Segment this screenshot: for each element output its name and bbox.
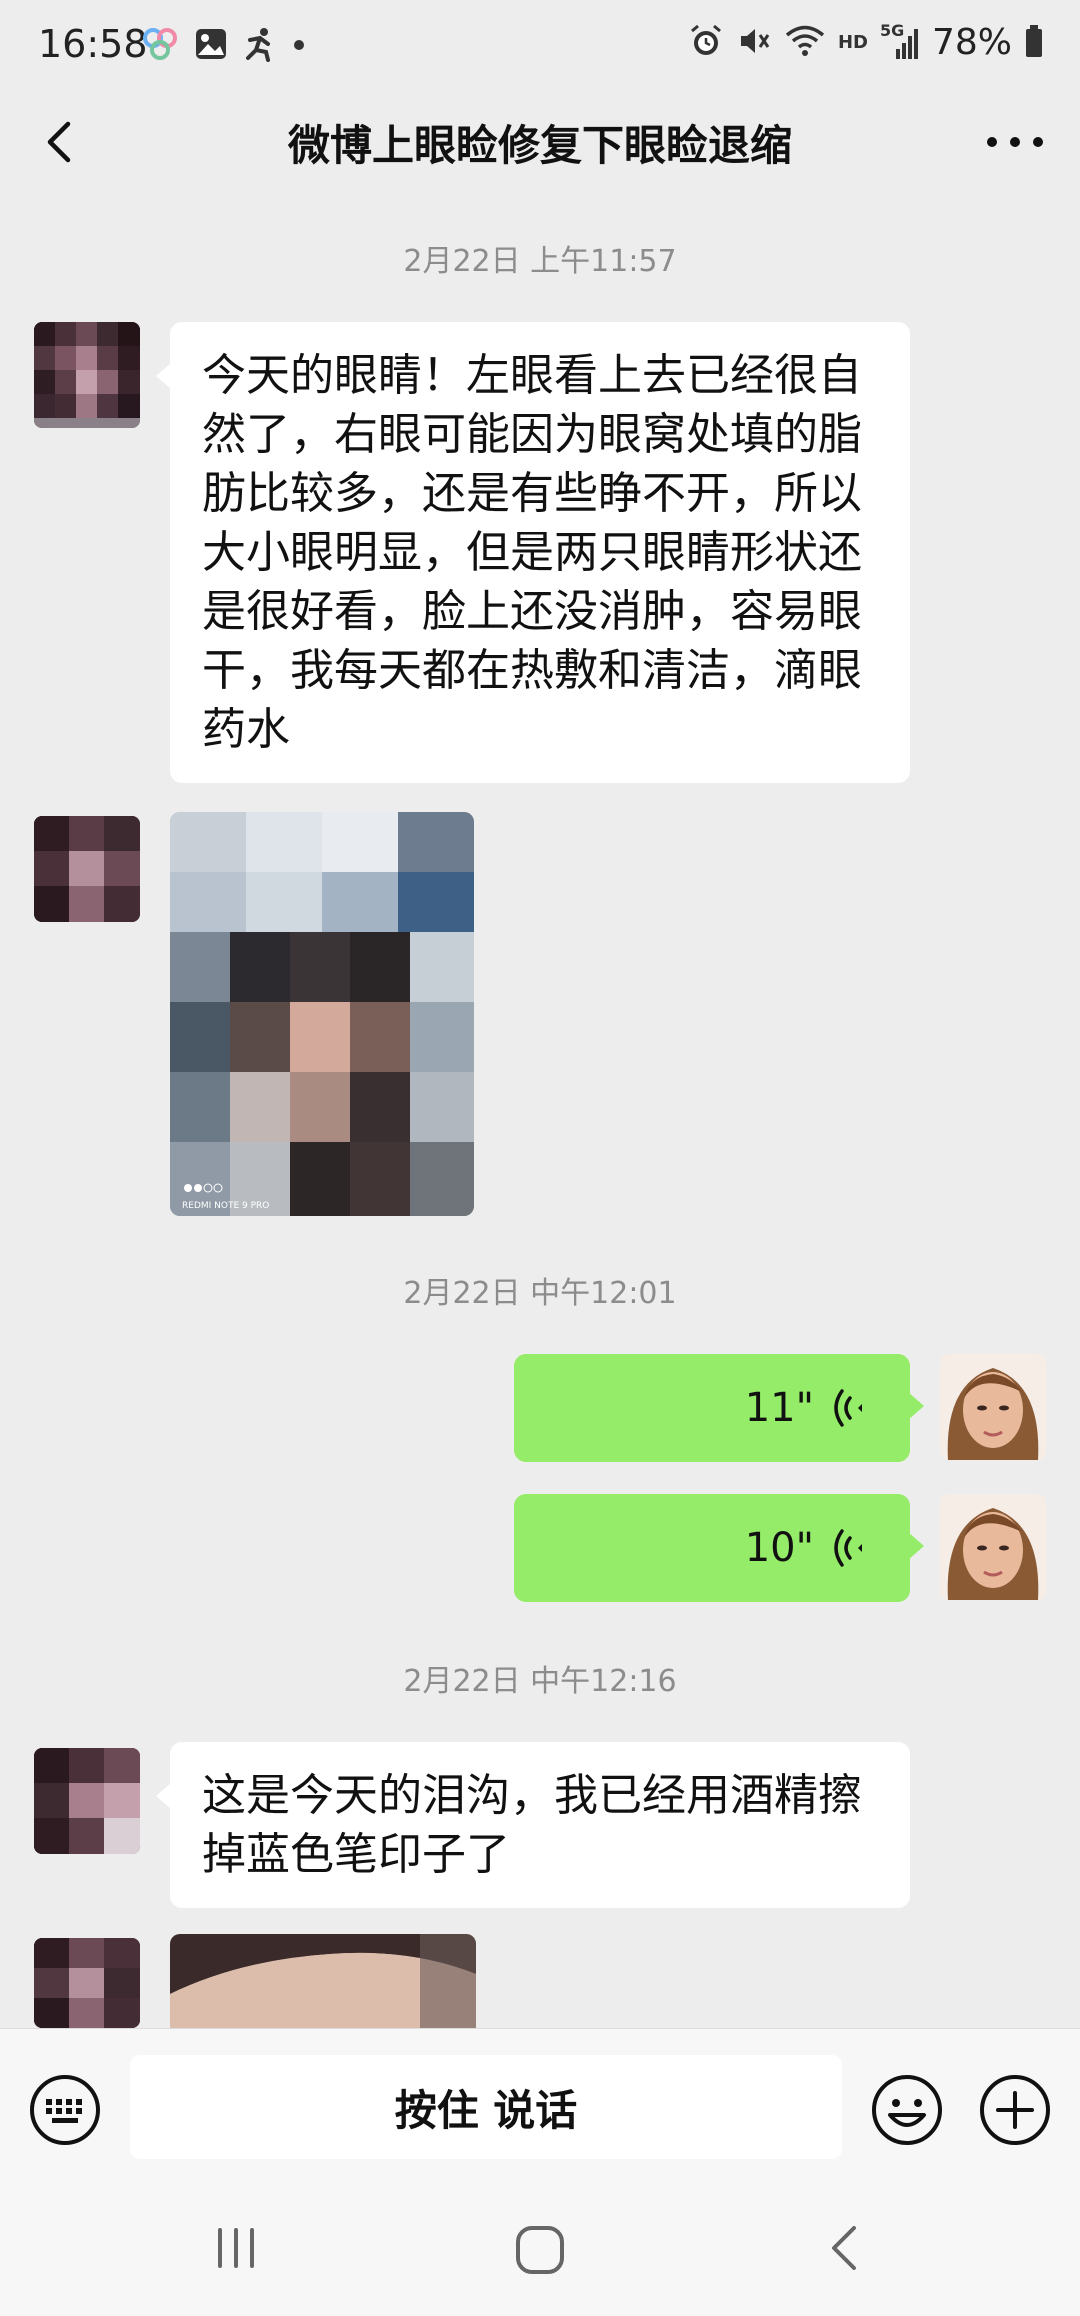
gallery-icon (194, 27, 228, 65)
chat-header: 微博上眼睑修复下眼睑退缩 (0, 92, 1080, 192)
keyboard-toggle-button[interactable] (28, 2073, 102, 2147)
keyboard-icon (30, 2075, 100, 2145)
mute-icon (736, 23, 772, 63)
back-button[interactable] (30, 112, 90, 172)
notification-dot-icon (292, 37, 306, 56)
alarm-icon (688, 23, 724, 63)
battery-percent: 78% (931, 22, 1012, 63)
status-left-icons (140, 26, 306, 66)
back-chevron-icon (47, 121, 71, 163)
voice-duration: 11" (744, 1385, 814, 1431)
more-options-button[interactable] (980, 112, 1050, 172)
message-timestamp: 2月22日 中午12:01 (403, 1276, 677, 1311)
message-timestamp: 2月22日 中午12:16 (403, 1664, 677, 1699)
status-right-icons: HD 5G 78% (688, 21, 1044, 63)
sender-avatar[interactable] (34, 1938, 140, 2028)
plus-icon (980, 2075, 1050, 2145)
sender-avatar[interactable] (34, 816, 140, 922)
chat-title: 微博上眼睑修复下眼睑退缩 (287, 121, 792, 170)
outgoing-voice-message[interactable]: 11" (514, 1354, 924, 1462)
recent-apps-icon (218, 2228, 254, 2268)
fitness-icon (242, 26, 278, 66)
incoming-image-message[interactable] (170, 1934, 476, 2028)
status-bar: 16:58 HD 5G 78% (0, 0, 1080, 92)
signal-icon: 5G (880, 21, 920, 61)
my-avatar[interactable] (940, 1354, 1046, 1460)
sender-avatar[interactable] (34, 1748, 140, 1854)
system-back-button[interactable] (818, 2218, 868, 2278)
status-time: 16:58 (38, 22, 148, 66)
voice-duration: 10" (744, 1525, 814, 1571)
sender-avatar[interactable] (34, 322, 140, 428)
wifi-icon (784, 23, 826, 63)
battery-icon (1024, 24, 1044, 62)
emoji-button[interactable] (870, 2073, 944, 2147)
voice-wave-icon (834, 1529, 862, 1567)
home-icon (516, 2226, 564, 2274)
recent-apps-button[interactable] (206, 2218, 266, 2278)
outgoing-voice-message[interactable]: 10" (514, 1494, 924, 1602)
emoji-icon (872, 2075, 942, 2145)
home-button[interactable] (508, 2218, 572, 2282)
hd-label: HD (837, 32, 868, 53)
my-avatar[interactable] (940, 1494, 1046, 1600)
incoming-text-message[interactable]: 今天的眼睛！左眼看上去已经很自然了，右眼可能因为眼窝处填的脂肪比较多，还是有些睁… (156, 322, 910, 783)
incoming-text-message[interactable]: 这是今天的泪沟，我已经用酒精擦掉蓝色笔印子了 (156, 1742, 910, 1908)
more-functions-button[interactable] (978, 2073, 1052, 2147)
hold-to-talk-button[interactable]: 按住 说话 (130, 2055, 842, 2159)
chat-input-bar: 按住 说话 (0, 2028, 1080, 2189)
more-dots-icon (987, 137, 1043, 147)
incoming-image-message[interactable]: REDMI NOTE 9 PRO (170, 812, 474, 1216)
system-navigation-bar (0, 2188, 1080, 2316)
camera-watermark: REDMI NOTE 9 PRO (182, 1201, 269, 1211)
message-timestamp: 2月22日 上午11:57 (403, 244, 677, 279)
app-notification-icon (140, 26, 180, 66)
voice-wave-icon (834, 1389, 862, 1427)
system-back-icon (832, 2226, 856, 2270)
